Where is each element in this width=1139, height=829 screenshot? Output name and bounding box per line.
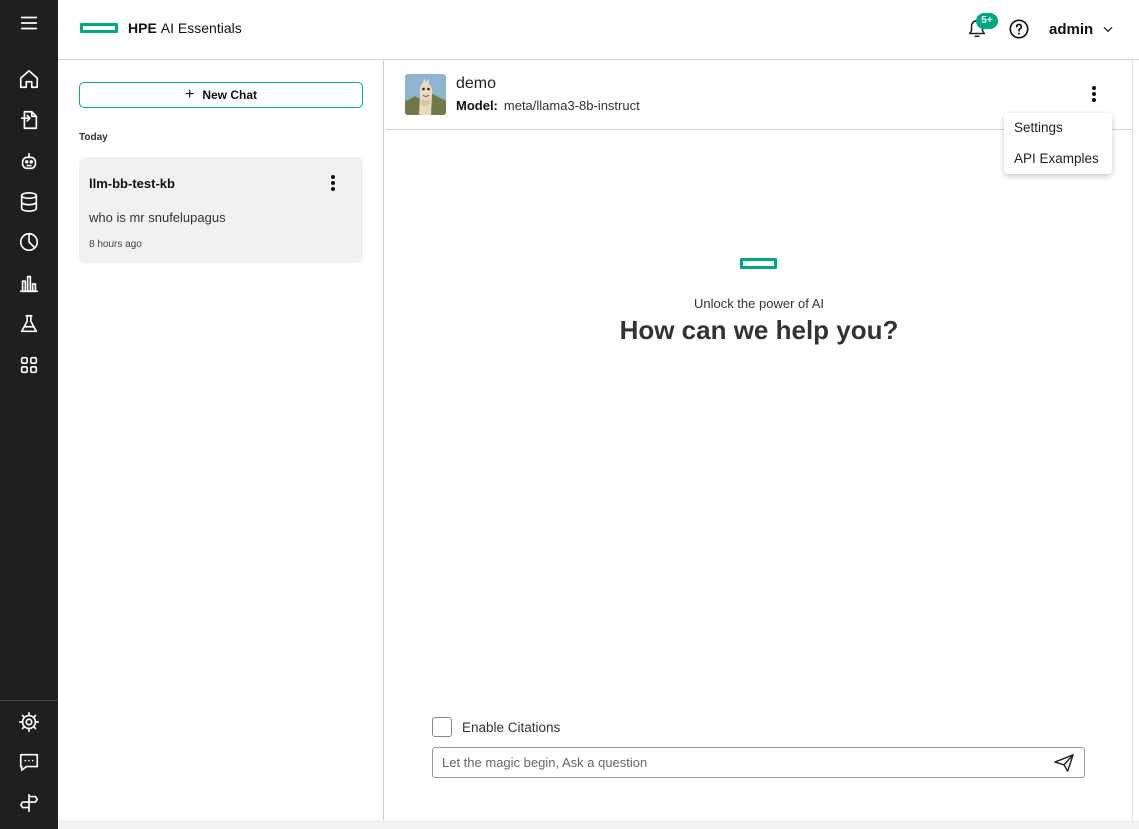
document-icon[interactable] (0, 100, 58, 140)
hpe-hero-logo (740, 258, 777, 269)
send-icon[interactable] (1053, 753, 1075, 773)
options-menu: Settings API Examples (1004, 113, 1112, 174)
chat-history-message: who is mr snufelupagus (89, 210, 226, 225)
menu-icon[interactable] (0, 3, 58, 43)
database-icon[interactable] (0, 182, 58, 222)
user-name: admin (1049, 20, 1094, 38)
chat-icon[interactable] (0, 742, 58, 782)
brand[interactable]: HPE AI Essentials (80, 18, 242, 38)
top-bar: HPE AI Essentials 5+ admin (58, 0, 1139, 60)
home-icon[interactable] (0, 59, 58, 99)
chat-history-item[interactable]: llm-bb-test-kb who is mr snufelupagus 8 … (79, 157, 363, 263)
model-info: Model: meta/llama3-8b-instruct (456, 98, 640, 113)
robot-icon[interactable] (0, 141, 58, 181)
hero-subtitle: Unlock the power of AI (693, 296, 825, 311)
model-label: Model: (456, 98, 498, 113)
assistant-avatar (405, 74, 446, 115)
chat-history-panel: + New Chat Today llm-bb-test-kb who is m… (58, 60, 384, 820)
chat-main: demo Model: meta/llama3-8b-instruct Unloc… (385, 60, 1133, 820)
user-menu[interactable]: admin (1049, 18, 1115, 40)
citations-checkbox[interactable] (432, 717, 452, 737)
chat-options-icon[interactable] (323, 173, 343, 193)
rail-divider (0, 700, 58, 701)
brand-name: HPE (128, 20, 157, 36)
history-group-label: Today (79, 132, 108, 143)
apps-icon[interactable] (0, 345, 58, 385)
gear-icon[interactable] (0, 702, 58, 742)
question-input[interactable] (433, 748, 1043, 777)
chat-history-title: llm-bb-test-kb (89, 176, 175, 191)
menu-item-api-examples[interactable]: API Examples (1014, 151, 1099, 166)
bottom-strip (58, 820, 1139, 829)
model-name: meta/llama3-8b-instruct (503, 98, 640, 113)
new-chat-button[interactable]: + New Chat (79, 82, 363, 108)
help-icon[interactable] (1008, 18, 1030, 40)
citations-label: Enable Citations (462, 719, 561, 735)
plus-icon: + (184, 86, 195, 103)
assistant-name: demo (456, 75, 497, 92)
nav-rail (0, 0, 58, 829)
menu-item-settings[interactable]: Settings (1014, 120, 1063, 135)
signpost-icon[interactable] (0, 783, 58, 823)
chevron-down-icon (1103, 26, 1113, 33)
flask-icon[interactable] (0, 304, 58, 344)
notification-badge[interactable]: 5+ (976, 13, 998, 29)
new-chat-label: New Chat (202, 88, 258, 102)
brand-product: AI Essentials (160, 20, 242, 36)
bar-chart-icon[interactable] (0, 263, 58, 303)
enable-citations-toggle[interactable]: Enable Citations (432, 717, 560, 737)
more-options-icon[interactable] (1084, 84, 1104, 104)
hero-title: How can we help you? (619, 315, 899, 345)
pie-chart-icon[interactable] (0, 222, 58, 262)
question-input-box (432, 747, 1085, 778)
hpe-logo (80, 23, 118, 33)
chat-history-time: 8 hours ago (89, 239, 142, 250)
